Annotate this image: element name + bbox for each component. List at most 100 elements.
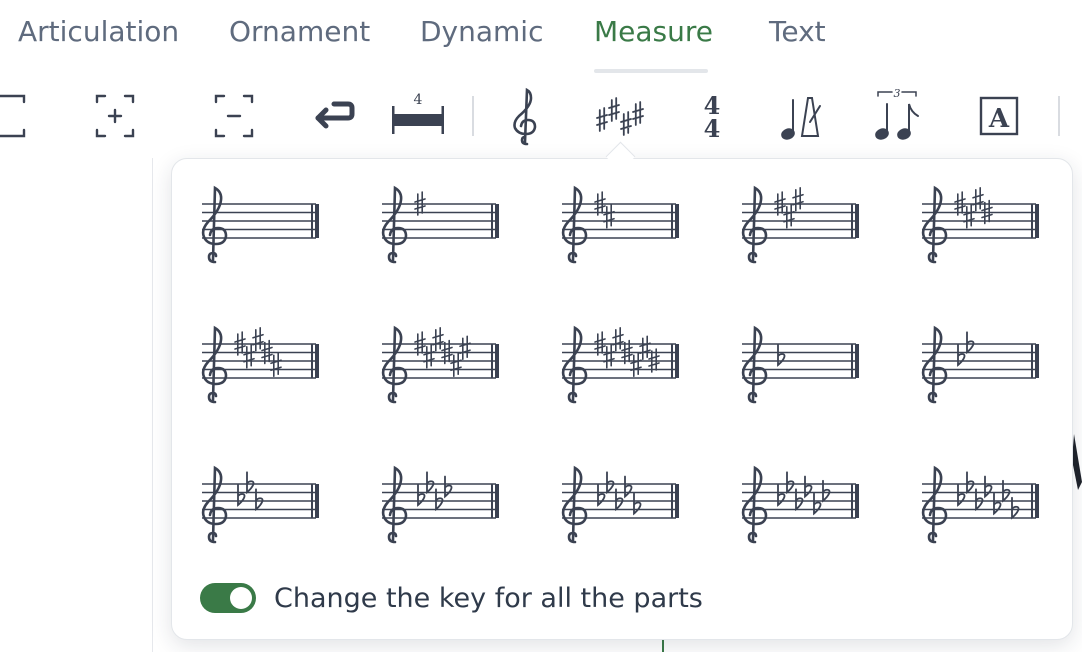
treble-clef-icon	[561, 185, 588, 264]
add-measure-icon[interactable]	[83, 84, 147, 148]
treble-clef-icon	[201, 465, 228, 544]
key-signature-option-7-sharp[interactable]	[558, 316, 682, 412]
tab-text[interactable]: Text	[769, 14, 826, 50]
flat-icon	[804, 475, 813, 499]
sharp-icon	[596, 107, 608, 132]
key-signature-option-0-sharp[interactable]	[198, 176, 322, 272]
sharp-icon	[252, 326, 264, 352]
flat-icon	[444, 475, 453, 499]
final-barline	[495, 484, 499, 518]
sharp-icon	[459, 335, 471, 361]
barline	[851, 344, 853, 378]
flat-icon	[426, 471, 435, 495]
treble-clef-icon	[921, 185, 948, 264]
line-break-icon[interactable]	[302, 84, 366, 148]
key-signature-option-2-flat[interactable]	[918, 316, 1042, 412]
key-signature-option-7-flat[interactable]	[918, 456, 1042, 552]
key-signature-option-3-sharp[interactable]	[738, 176, 862, 272]
text-box-icon[interactable]: A	[967, 84, 1031, 148]
key-signature-option-6-flat[interactable]	[738, 456, 862, 552]
final-barline	[855, 204, 859, 238]
barline	[311, 204, 313, 238]
toolbar-separator	[472, 96, 474, 136]
key-signature-option-1-sharp[interactable]	[378, 176, 502, 272]
flat-icon	[633, 492, 642, 516]
tab-articulation[interactable]: Articulation	[18, 14, 179, 50]
final-barline	[315, 204, 319, 238]
final-barline	[675, 484, 679, 518]
time-signature-icon[interactable]: 4 4	[680, 84, 744, 148]
treble-clef-icon	[381, 325, 408, 404]
barline	[851, 204, 853, 238]
key-signature-option-4-flat[interactable]	[378, 456, 502, 552]
barline	[671, 484, 673, 518]
sharp-icon	[639, 335, 651, 361]
toggle-knob	[230, 587, 252, 609]
measure-bracket-icon[interactable]	[0, 84, 40, 148]
flat-icon	[966, 471, 975, 495]
key-signature-option-6-sharp[interactable]	[378, 316, 502, 412]
tab-ornament[interactable]: Ornament	[229, 14, 370, 50]
sharp-icon	[432, 326, 444, 352]
tuplet-icon[interactable]: 3	[864, 84, 928, 148]
key-signature-option-3-flat[interactable]	[198, 456, 322, 552]
change-key-all-parts-label: Change the key for all the parts	[274, 582, 703, 614]
barline	[311, 484, 313, 518]
flat-icon	[984, 475, 993, 499]
barline	[1031, 204, 1033, 238]
barline	[1031, 344, 1033, 378]
tab-dynamic[interactable]: Dynamic	[420, 14, 543, 50]
sharp-icon	[608, 97, 620, 122]
flat-icon	[597, 484, 606, 507]
flat-icon	[237, 484, 246, 507]
flat-icon	[777, 344, 786, 367]
sharp-icon	[632, 101, 644, 126]
tab-bar: Articulation Ornament Dynamic Measure Te…	[0, 0, 1082, 73]
barline	[1031, 484, 1033, 518]
final-barline	[855, 484, 859, 518]
final-barline	[1035, 344, 1039, 378]
treble-clef-icon	[921, 465, 948, 544]
final-barline	[495, 204, 499, 238]
change-key-all-parts-toggle[interactable]	[200, 583, 256, 613]
clef-icon[interactable]	[494, 84, 558, 148]
sharp-icon	[612, 326, 624, 352]
barline	[671, 204, 673, 238]
left-margin	[0, 158, 153, 652]
key-signature-option-5-flat[interactable]	[558, 456, 682, 552]
flat-icon	[777, 484, 786, 507]
key-signature-option-4-sharp[interactable]	[918, 176, 1042, 272]
sharp-icon	[603, 343, 615, 369]
flat-icon	[957, 344, 966, 367]
final-barline	[315, 344, 319, 378]
sharp-icon	[270, 352, 282, 378]
treble-clef-icon	[381, 185, 408, 264]
final-barline	[675, 204, 679, 238]
sharp-icon	[423, 343, 435, 369]
treble-clef-icon	[381, 465, 408, 544]
remove-measure-icon[interactable]	[202, 84, 266, 148]
treble-clef-icon	[561, 325, 588, 404]
text-box-letter: A	[988, 104, 1010, 134]
barline	[491, 204, 493, 238]
key-signature-icon[interactable]	[588, 84, 652, 148]
sharp-icon	[792, 186, 804, 212]
flat-icon	[786, 471, 795, 495]
active-tab-indicator	[594, 69, 708, 73]
final-barline	[315, 484, 319, 518]
time-sig-bottom: 4	[704, 114, 721, 143]
flat-icon	[813, 492, 822, 516]
tab-measure[interactable]: Measure	[594, 14, 713, 50]
sharp-icon	[630, 352, 642, 378]
tempo-icon[interactable]	[768, 84, 832, 148]
key-signature-option-1-flat[interactable]	[738, 316, 862, 412]
treble-clef-icon	[741, 185, 768, 264]
key-signature-option-5-sharp[interactable]	[198, 316, 322, 412]
flat-icon	[417, 484, 426, 507]
sharp-icon	[972, 186, 984, 212]
final-barline	[1035, 204, 1039, 238]
final-barline	[1035, 484, 1039, 518]
barline	[671, 344, 673, 378]
multimeasure-rest-icon[interactable]: 4	[386, 84, 450, 148]
key-signature-option-2-sharp[interactable]	[558, 176, 682, 272]
